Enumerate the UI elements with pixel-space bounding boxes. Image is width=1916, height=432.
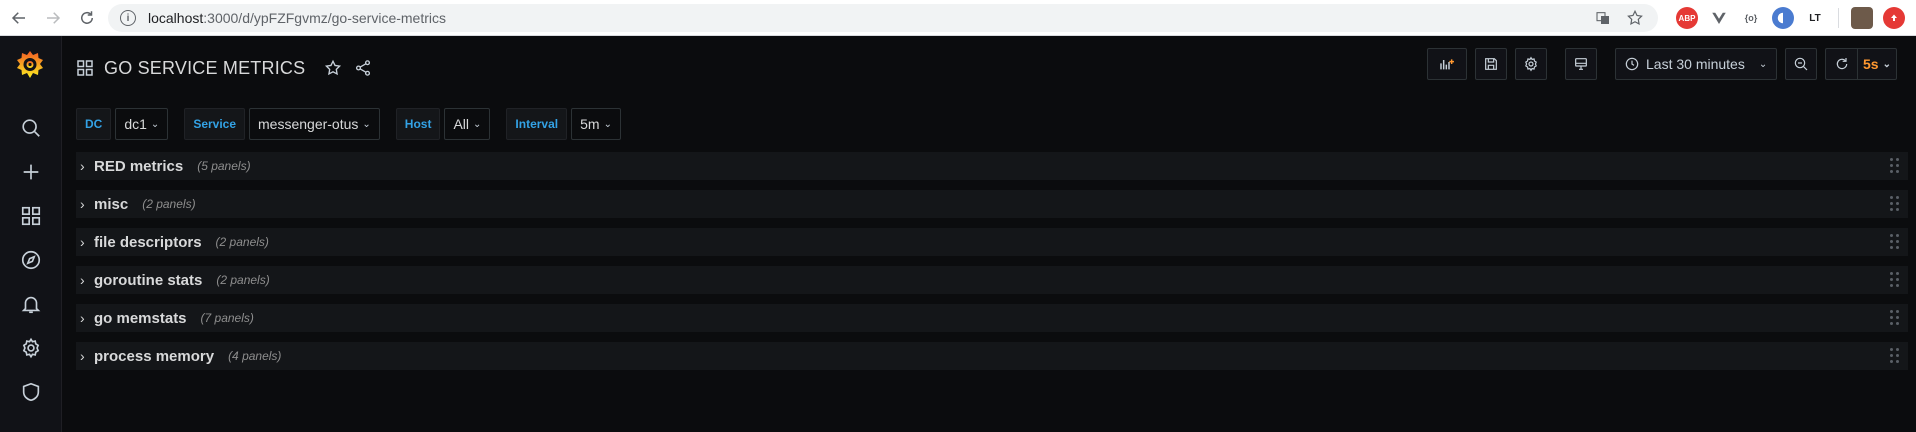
time-range-label: Last 30 minutes (1646, 56, 1745, 72)
variable-label-host: Host (395, 108, 441, 140)
add-panel-button[interactable] (1427, 48, 1467, 80)
row-title: file descriptors (94, 233, 202, 251)
chevron-right-icon: › (80, 348, 85, 364)
side-menu (0, 36, 62, 432)
chevron-down-icon: ⌄ (1758, 58, 1768, 70)
refresh-interval-label: 5s (1863, 56, 1879, 72)
tv-mode-button[interactable] (1565, 48, 1597, 80)
dashboard-row[interactable]: › goroutine stats (2 panels) (76, 266, 1908, 294)
gear-icon[interactable] (19, 336, 43, 360)
dashboard-header: GO SERVICE METRICS (76, 50, 373, 86)
back-icon[interactable] (4, 3, 34, 33)
bookmark-star-icon[interactable] (1626, 9, 1644, 27)
dashboard-main: GO SERVICE METRICS Last 30 minutes ⌄ 5s … (62, 36, 1916, 432)
variable-value-dc: dc1 (124, 116, 147, 132)
chevron-right-icon: › (80, 196, 85, 212)
drag-handle-icon[interactable] (1890, 308, 1900, 328)
search-icon[interactable] (19, 116, 43, 140)
chevron-down-icon: ⌄ (603, 118, 612, 130)
variable-label-service: Service (184, 108, 246, 140)
zoom-out-icon (1794, 57, 1808, 71)
row-title: goroutine stats (94, 271, 203, 289)
row-title: go memstats (94, 309, 187, 327)
row-title: RED metrics (94, 157, 184, 175)
dashboard-grid-icon (77, 60, 93, 76)
chevron-down-icon: ⌄ (473, 118, 482, 130)
variable-select-dc[interactable]: dc1 ⌄ (115, 108, 169, 140)
star-icon[interactable] (323, 58, 343, 78)
privacy-extension-icon[interactable] (1772, 7, 1794, 29)
profile-avatar[interactable] (1851, 7, 1873, 29)
browser-toolbar: i localhost:3000/d/ypFZFgvmz/go-service-… (0, 0, 1916, 36)
dashboard-row[interactable]: › file descriptors (2 panels) (76, 228, 1908, 256)
row-title: process memory (94, 347, 215, 365)
chevron-right-icon: › (80, 272, 85, 288)
dashboard-row[interactable]: › RED metrics (5 panels) (76, 152, 1908, 180)
time-range-picker[interactable]: Last 30 minutes ⌄ (1615, 48, 1777, 80)
refresh-button[interactable] (1825, 48, 1857, 80)
drag-handle-icon[interactable] (1890, 270, 1900, 290)
chevron-down-icon: ⌄ (1882, 58, 1891, 70)
json-extension-icon[interactable]: {o} (1740, 7, 1762, 29)
chevron-down-icon: ⌄ (150, 118, 160, 130)
dashboard-row[interactable]: › go memstats (7 panels) (76, 304, 1908, 332)
address-bar[interactable]: i localhost:3000/d/ypFZFgvmz/go-service-… (108, 4, 1658, 32)
drag-handle-icon[interactable] (1890, 194, 1900, 214)
dashboard-toolbar: Last 30 minutes ⌄ 5s ⌄ (1427, 48, 1897, 80)
settings-icon (1525, 56, 1537, 72)
site-info-icon[interactable]: i (120, 10, 136, 26)
reload-icon[interactable] (72, 3, 102, 33)
chevron-right-icon: › (80, 158, 85, 174)
row-panel-count: (5 panels) (197, 159, 251, 173)
adblock-extension-icon[interactable]: ABP (1676, 7, 1698, 29)
save-icon (1485, 58, 1497, 70)
page-title[interactable]: GO SERVICE METRICS (104, 58, 305, 79)
plus-icon[interactable] (19, 160, 43, 184)
url-text: localhost:3000/d/ypFZFgvmz/go-service-me… (148, 10, 446, 26)
explore-icon[interactable] (19, 248, 43, 272)
variable-value-host: All (453, 116, 470, 132)
update-extension-icon[interactable] (1883, 7, 1905, 29)
variable-select-interval[interactable]: 5m ⌄ (571, 108, 621, 140)
refresh-interval-picker[interactable]: 5s ⌄ (1857, 48, 1897, 80)
translate-icon[interactable] (1594, 9, 1612, 27)
variable-select-service[interactable]: messenger-otus ⌄ (249, 108, 380, 140)
tv-mode-icon (1575, 58, 1587, 70)
variable-label-interval: Interval (506, 108, 568, 140)
variable-value-interval: 5m (580, 116, 600, 132)
chevron-right-icon: › (80, 310, 85, 326)
shield-icon[interactable] (19, 380, 43, 404)
refresh-icon (1836, 58, 1847, 70)
vue-extension-icon[interactable] (1708, 7, 1730, 29)
row-panel-count: (7 panels) (200, 311, 254, 325)
languagetool-extension-icon[interactable]: LT (1804, 7, 1826, 29)
variable-label-dc: DC (76, 108, 112, 140)
template-variables: DC dc1 ⌄ Service messenger-otus ⌄ Host All… (76, 108, 621, 140)
clock-icon (1625, 57, 1639, 71)
chevron-right-icon: › (80, 234, 85, 250)
variable-value-service: messenger-otus (258, 116, 359, 132)
dashboard-row[interactable]: › process memory (4 panels) (76, 342, 1908, 370)
chevron-down-icon: ⌄ (362, 118, 371, 130)
dashboard-row[interactable]: › misc (2 panels) (76, 190, 1908, 218)
row-panel-count: (2 panels) (216, 273, 270, 287)
row-title: misc (94, 195, 129, 213)
save-dashboard-button[interactable] (1475, 48, 1507, 80)
alert-bell-icon[interactable] (19, 292, 43, 316)
variable-select-host[interactable]: All ⌄ (444, 108, 491, 140)
grafana-logo[interactable] (13, 48, 47, 82)
drag-handle-icon[interactable] (1890, 346, 1900, 366)
zoom-out-button[interactable] (1785, 48, 1817, 80)
forward-icon[interactable] (38, 3, 68, 33)
row-panel-count: (4 panels) (228, 349, 282, 363)
dashboards-icon[interactable] (19, 204, 43, 228)
toolbar-divider (1838, 8, 1839, 28)
share-icon[interactable] (353, 58, 373, 78)
row-panel-count: (2 panels) (142, 197, 196, 211)
add-panel-icon (1440, 59, 1454, 70)
drag-handle-icon[interactable] (1890, 232, 1900, 252)
row-panel-count: (2 panels) (215, 235, 269, 249)
drag-handle-icon[interactable] (1890, 156, 1900, 176)
dashboard-settings-button[interactable] (1515, 48, 1547, 80)
